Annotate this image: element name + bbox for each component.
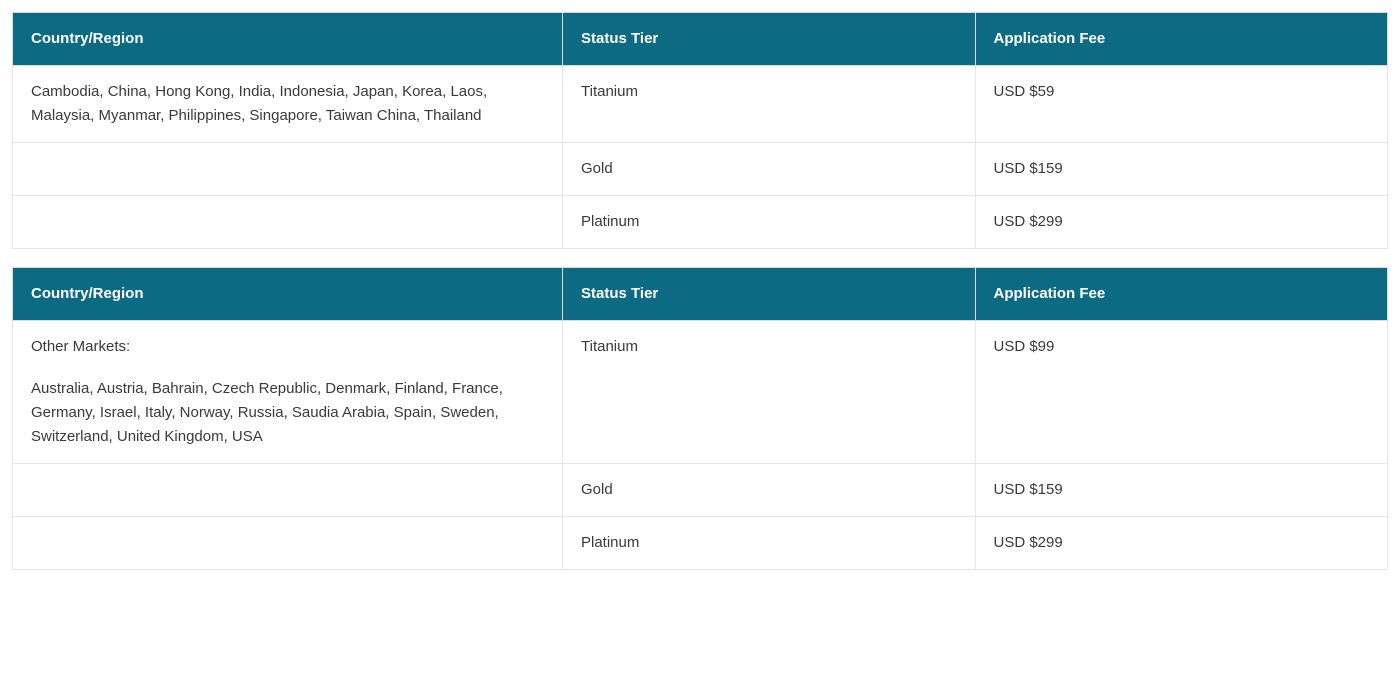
pricing-table-1: Country/Region Status Tier Application F… bbox=[12, 12, 1388, 249]
country-lead: Other Markets: bbox=[31, 335, 544, 359]
table-row: Other Markets: Australia, Austria, Bahra… bbox=[13, 321, 1388, 464]
cell-fee: USD $299 bbox=[975, 517, 1388, 570]
table-row: Platinum USD $299 bbox=[13, 517, 1388, 570]
table-row: Gold USD $159 bbox=[13, 464, 1388, 517]
country-list: Cambodia, China, Hong Kong, India, Indon… bbox=[31, 83, 487, 124]
table-row: Gold USD $159 bbox=[13, 143, 1388, 196]
header-fee: Application Fee bbox=[975, 13, 1388, 66]
header-country: Country/Region bbox=[13, 13, 563, 66]
table-row: Platinum USD $299 bbox=[13, 196, 1388, 249]
cell-tier: Gold bbox=[563, 143, 976, 196]
table-row: Cambodia, China, Hong Kong, India, Indon… bbox=[13, 66, 1388, 143]
cell-tier: Platinum bbox=[563, 196, 976, 249]
cell-country: Other Markets: Australia, Austria, Bahra… bbox=[13, 321, 563, 464]
cell-fee: USD $59 bbox=[975, 66, 1388, 143]
cell-country bbox=[13, 143, 563, 196]
header-tier: Status Tier bbox=[563, 268, 976, 321]
cell-country: Cambodia, China, Hong Kong, India, Indon… bbox=[13, 66, 563, 143]
cell-fee: USD $159 bbox=[975, 143, 1388, 196]
cell-tier: Titanium bbox=[563, 321, 976, 464]
cell-fee: USD $99 bbox=[975, 321, 1388, 464]
cell-country bbox=[13, 196, 563, 249]
header-tier: Status Tier bbox=[563, 13, 976, 66]
header-fee: Application Fee bbox=[975, 268, 1388, 321]
cell-tier: Platinum bbox=[563, 517, 976, 570]
cell-country bbox=[13, 464, 563, 517]
cell-tier: Gold bbox=[563, 464, 976, 517]
header-country: Country/Region bbox=[13, 268, 563, 321]
country-list: Australia, Austria, Bahrain, Czech Repub… bbox=[31, 380, 503, 445]
cell-tier: Titanium bbox=[563, 66, 976, 143]
cell-fee: USD $299 bbox=[975, 196, 1388, 249]
cell-fee: USD $159 bbox=[975, 464, 1388, 517]
pricing-table-2: Country/Region Status Tier Application F… bbox=[12, 267, 1388, 570]
cell-country bbox=[13, 517, 563, 570]
